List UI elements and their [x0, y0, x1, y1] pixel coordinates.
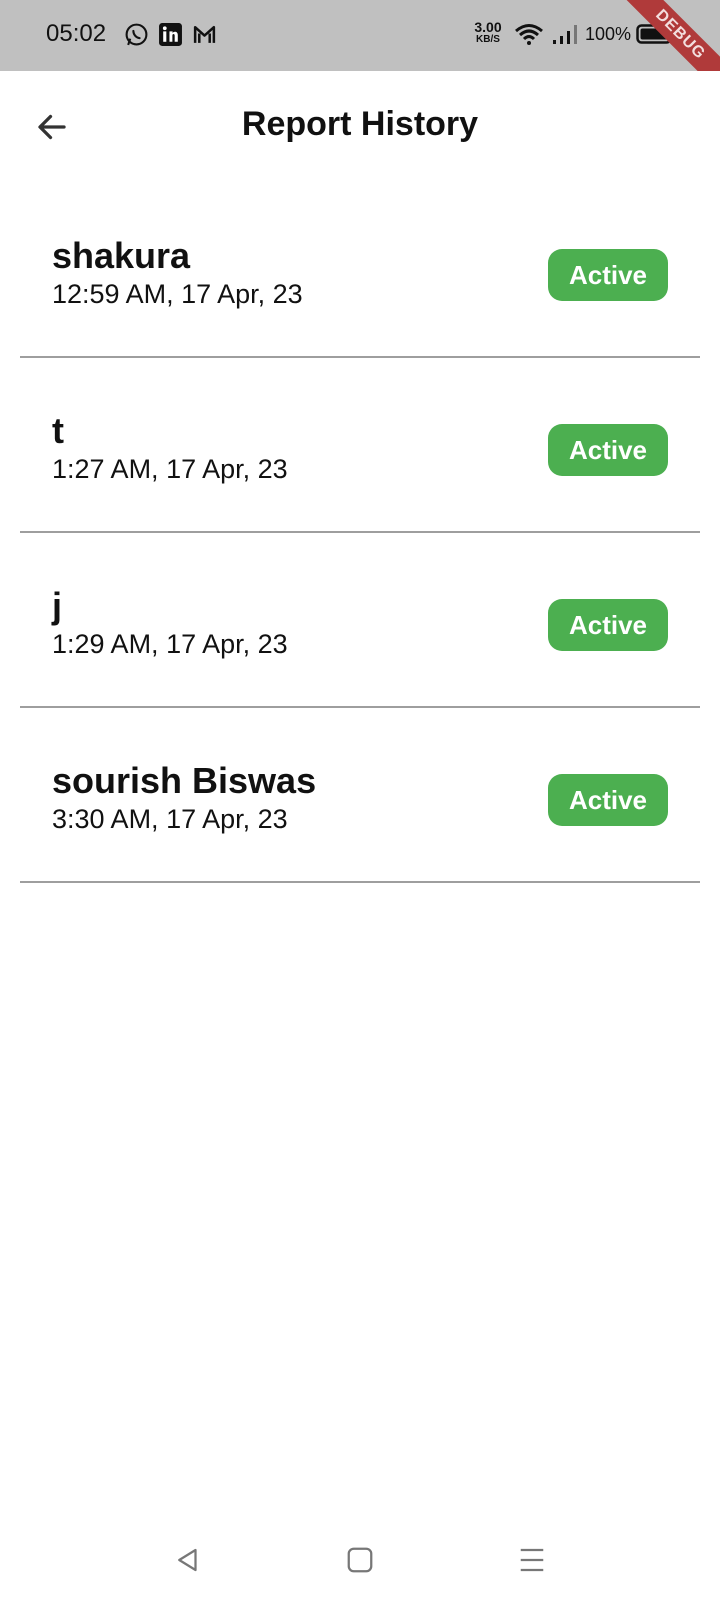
report-time: 1:29 AM, 17 Apr, 23: [52, 629, 288, 659]
network-speed-value: 3.00: [474, 19, 502, 35]
menu-lines-icon: [520, 1548, 544, 1572]
whatsapp-icon: [125, 23, 148, 46]
report-item[interactable]: j 1:29 AM, 17 Apr, 23 Active: [20, 533, 700, 708]
battery-percent: 100%: [585, 24, 632, 44]
network-speed: 3.00 KB/S: [470, 20, 506, 45]
signal-icon: [553, 25, 577, 44]
app-bar: Report History: [0, 71, 720, 183]
report-time: 12:59 AM, 17 Apr, 23: [52, 279, 303, 309]
report-time: 1:27 AM, 17 Apr, 23: [52, 454, 288, 484]
wifi-icon: [515, 24, 543, 45]
report-time: 3:30 AM, 17 Apr, 23: [52, 804, 288, 834]
status-badge: Active: [548, 424, 668, 476]
status-badge: Active: [548, 774, 668, 826]
report-item[interactable]: t 1:27 AM, 17 Apr, 23 Active: [20, 358, 700, 533]
nav-menu-button[interactable]: [514, 1542, 550, 1578]
nav-back-button[interactable]: [170, 1542, 206, 1578]
linkedin-icon: [159, 23, 182, 46]
page-title: Report History: [241, 105, 479, 143]
gmail-icon: [193, 25, 216, 43]
home-square-icon: [347, 1547, 373, 1573]
nav-home-button[interactable]: [342, 1542, 378, 1578]
report-item[interactable]: shakura 12:59 AM, 17 Apr, 23 Active: [20, 183, 700, 358]
network-speed-unit: KB/S: [476, 34, 500, 45]
status-badge: Active: [548, 249, 668, 301]
back-triangle-icon: [178, 1548, 197, 1572]
system-nav-bar: [0, 1520, 720, 1600]
report-list: shakura 12:59 AM, 17 Apr, 23 Active t 1:…: [20, 183, 700, 883]
report-name: sourish Biswas: [52, 760, 317, 801]
report-name: j: [52, 585, 63, 626]
status-badge: Active: [548, 599, 668, 651]
report-item[interactable]: sourish Biswas 3:30 AM, 17 Apr, 23 Activ…: [20, 708, 700, 883]
status-bar: 05:02 3.00 KB/S 100% DEBUG: [0, 0, 720, 71]
status-time: 05:02: [46, 20, 107, 47]
report-name: t: [52, 410, 64, 451]
report-name: shakura: [52, 235, 191, 276]
